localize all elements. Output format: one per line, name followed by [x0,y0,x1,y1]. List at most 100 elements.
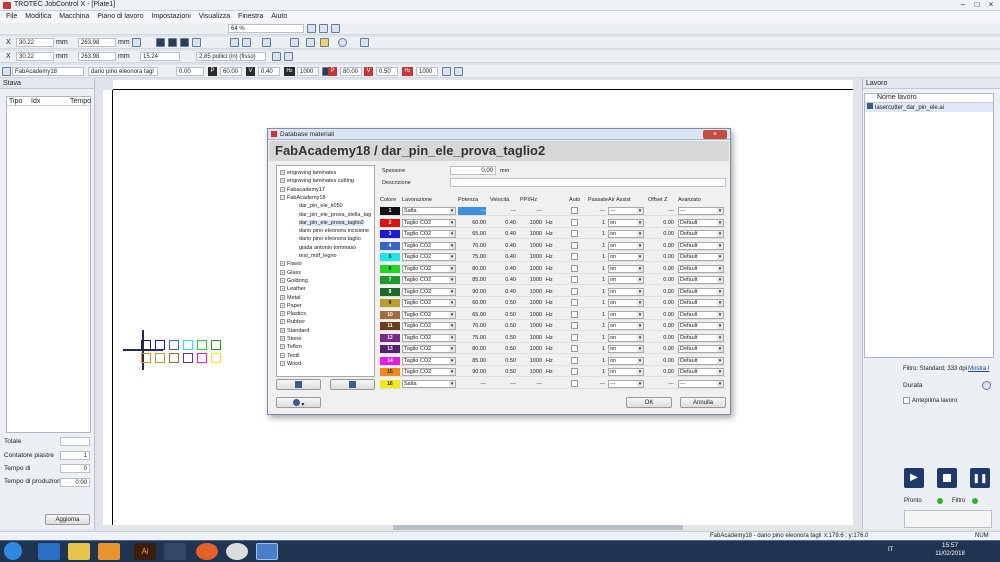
velocita-value[interactable]: 0.50 [488,311,516,319]
tree-node[interactable]: + Rubber [280,318,305,326]
settings-row[interactable]: 11Taglio CO270.000.501000 Hz 1on 0.00 Defaul… [378,321,726,331]
offset-z-value[interactable]: 0.00 [648,288,674,296]
close-icon[interactable]: × [984,0,998,10]
tree-node[interactable]: + Fabacademy17 [280,186,325,194]
passate-value[interactable]: 1 [583,299,605,307]
lavorazione-select[interactable]: Taglio CO2 [402,356,456,365]
inkscape-icon[interactable] [164,543,186,560]
velocita-value[interactable]: --- [488,207,517,215]
design-preview[interactable] [141,340,231,365]
dialog-close-icon[interactable]: × [703,130,727,139]
auto-checkbox[interactable] [571,310,578,318]
passate-value[interactable]: 1 [583,357,605,365]
auto-checkbox[interactable] [571,264,578,272]
lavorazione-select[interactable]: Taglio CO2 [402,322,456,330]
firefox-icon[interactable] [196,543,218,560]
air-assist-select[interactable]: on [608,253,644,261]
expand-toggle-icon[interactable]: + [280,360,285,366]
new-file-icon[interactable] [156,38,165,47]
air-assist-select[interactable]: on [608,241,644,250]
lavorazione-select[interactable]: Taglio CO2 [402,276,456,284]
tree-node[interactable]: + Stone [280,335,301,343]
tree-node[interactable]: dario pino eleonora taglio [299,235,361,243]
velocita-value[interactable]: 0.50 [488,357,516,365]
passate-value[interactable]: 1 [583,345,605,353]
auto-checkbox[interactable] [571,356,578,364]
tree-node[interactable]: dar_pin_ele_prova_stella_tag [299,211,371,219]
ppi-value[interactable]: 1000 [518,311,542,319]
anteprima-checkbox[interactable] [903,397,910,404]
offset-z-value[interactable]: 0.00 [648,242,674,250]
ppi-value[interactable]: 1000 [518,345,542,353]
auto-checkbox[interactable] [571,253,578,260]
air-assist-select[interactable]: on [608,218,644,227]
arrows-icon[interactable] [284,52,293,61]
passate-value[interactable]: 1 [583,334,605,342]
tree-node[interactable]: + engraving laminates cutting [280,177,354,185]
thickness-unit-select[interactable]: 2.85 pollici (in) (fisso) [196,52,266,61]
potenza-value[interactable]: --- [458,380,487,388]
tree-node[interactable]: dar_pin_ele_k050 [299,202,343,210]
ppi-value[interactable]: 1000 [518,299,542,307]
passate-value[interactable]: --- [583,380,606,388]
auto-checkbox[interactable] [571,276,578,283]
avanzato-select[interactable]: Default [678,322,724,330]
potenza-value[interactable]: 90.00 [458,368,486,376]
aggiorna-button[interactable]: Aggiorna [45,514,90,525]
menu-piano-di-lavoro[interactable]: Piano di lavoro [97,11,143,23]
lavorazione-select[interactable]: Taglio CO2 [402,287,456,296]
velocita-value[interactable]: 0.40 [488,265,516,273]
descrizione-field[interactable] [450,178,726,187]
auto-checkbox[interactable] [571,299,578,306]
zoom-out-icon[interactable] [331,24,340,33]
ok-button[interactable]: OK [626,397,672,408]
expand-toggle-icon[interactable]: + [280,327,285,333]
menu-macchina[interactable]: Macchina [59,11,89,23]
passate-value[interactable]: 1 [583,311,605,319]
velocita-value[interactable]: 0.50 [488,322,516,330]
horizontal-scrollbar[interactable] [113,525,853,530]
ppi-value[interactable]: 1000 [518,288,542,296]
settings-row[interactable]: 3Taglio CO265.000.401000 Hz 1on 0.00 Default [378,229,726,239]
flow-icon[interactable] [442,67,451,76]
menu-visualizza[interactable]: Visualizza [199,11,230,23]
auto-checkbox[interactable] [571,322,578,329]
potenza-value[interactable]: 60.00 [458,299,486,307]
offset-z-value[interactable]: 0.00 [648,276,674,284]
velocita-value[interactable]: 0.50 [488,368,516,376]
maximize-icon[interactable]: □ [970,0,984,10]
lavorazione-select[interactable]: Taglio CO2 [402,345,456,353]
lavorazione-select[interactable]: Taglio CO2 [402,264,456,273]
avanzato-select[interactable]: Default [678,264,724,273]
passate-value[interactable]: 1 [583,288,605,296]
expand-toggle-icon[interactable]: − [280,194,285,200]
ppi-value[interactable]: 1000 [518,253,542,261]
expand-toggle-icon[interactable]: + [280,344,285,350]
ie-icon[interactable] [38,543,60,560]
air-assist-select[interactable]: on [608,299,644,307]
print-icon[interactable] [180,38,189,47]
air-assist-select[interactable]: on [608,345,644,353]
velocita-value[interactable]: 0.40 [488,230,516,238]
tree-node[interactable]: + engraving laminates [280,169,336,177]
ppi-value[interactable]: 1000 [518,368,542,376]
auto-checkbox[interactable] [571,379,578,387]
spessore-field[interactable]: 0.00 [450,166,496,175]
jobs-col-nome[interactable]: Nome lavoro [865,94,993,103]
potenza-value[interactable]: 85.00 [458,276,486,284]
rotate-icon[interactable] [290,38,299,47]
material-setting-select[interactable]: dario pino eleonora tagl [88,67,158,76]
air-assist-select[interactable]: on [608,230,644,238]
ppi-value[interactable]: --- [518,380,543,388]
offset-z-value[interactable]: --- [648,207,675,215]
tree-node[interactable]: dario pino eleonora incisione [299,227,369,235]
menu-impostazioni[interactable]: Impostazioni [151,11,190,23]
offset-z-value[interactable]: 0.00 [648,230,674,238]
offset-z-value[interactable]: 0.00 [648,311,674,319]
ppi-value[interactable]: 1000 [518,242,542,250]
settings-row[interactable]: 16Salta--------------------- [378,379,726,389]
x2-field[interactable]: 30.22 [16,52,54,61]
material-select[interactable]: FabAcademy18 [12,67,84,76]
lavorazione-select[interactable]: Taglio CO2 [402,299,456,307]
stop-button[interactable] [937,468,957,488]
